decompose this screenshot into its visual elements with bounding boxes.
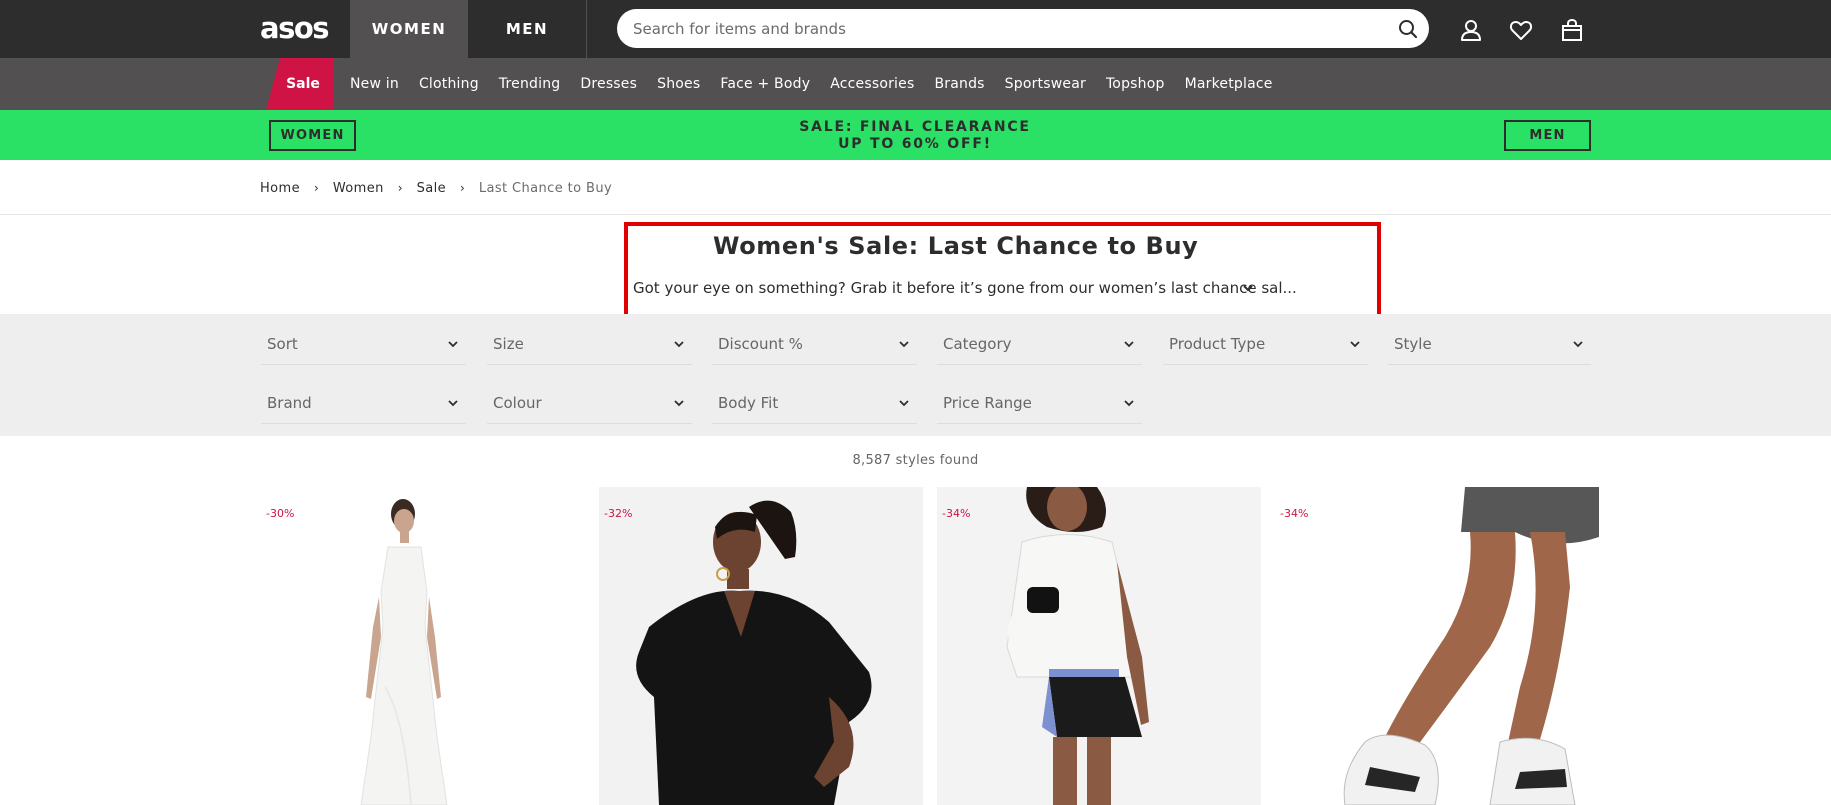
page-description: Got your eye on something? Grab it befor… bbox=[633, 279, 1297, 297]
filter-label: Category bbox=[943, 334, 1012, 353]
filter-price-range[interactable]: Price Range bbox=[937, 382, 1142, 424]
chevron-down-icon bbox=[899, 399, 909, 406]
chevron-down-icon bbox=[674, 340, 684, 347]
chevron-down-icon bbox=[448, 340, 458, 347]
nav-item-sportswear[interactable]: Sportswear bbox=[1005, 76, 1086, 92]
filter-body-fit[interactable]: Body Fit bbox=[712, 382, 917, 424]
chevron-down-icon bbox=[1573, 340, 1583, 347]
breadcrumb-sale[interactable]: Sale bbox=[417, 181, 446, 196]
filter-style[interactable]: Style bbox=[1388, 323, 1591, 365]
top-bar: asos WOMEN MEN bbox=[0, 0, 1831, 58]
nav-item-dresses[interactable]: Dresses bbox=[580, 76, 637, 92]
filter-colour[interactable]: Colour bbox=[487, 382, 692, 424]
filter-discount[interactable]: Discount % bbox=[712, 323, 917, 365]
filter-label: Colour bbox=[493, 393, 542, 412]
promo-men-button[interactable]: MEN bbox=[1504, 120, 1591, 151]
nav-item-topshop[interactable]: Topshop bbox=[1106, 76, 1165, 92]
filter-category[interactable]: Category bbox=[937, 323, 1142, 365]
nav-item-trending[interactable]: Trending bbox=[499, 76, 561, 92]
nav-item-sale[interactable]: Sale bbox=[266, 58, 334, 110]
chevron-down-icon bbox=[1124, 399, 1134, 406]
discount-badge: -32% bbox=[604, 507, 633, 520]
tab-men[interactable]: MEN bbox=[468, 0, 586, 58]
chevron-down-icon bbox=[1350, 340, 1360, 347]
filter-label: Sort bbox=[267, 334, 298, 353]
bag-icon[interactable] bbox=[1559, 17, 1585, 43]
chevron-down-icon bbox=[448, 399, 458, 406]
filter-label: Style bbox=[1394, 334, 1432, 353]
breadcrumb-current: Last Chance to Buy bbox=[478, 180, 613, 196]
chevron-down-icon[interactable] bbox=[1241, 281, 1255, 295]
promo-women-button[interactable]: WOMEN bbox=[269, 120, 356, 151]
results-count: 8,587 styles found bbox=[852, 453, 979, 468]
discount-badge: -30% bbox=[266, 507, 295, 520]
product-image[interactable] bbox=[599, 487, 923, 805]
promo-line-1: SALE: FINAL CLEARANCE bbox=[799, 119, 1031, 135]
asos-logo[interactable]: asos bbox=[260, 12, 330, 44]
category-nav: Sale New in Clothing Trending Dresses Sh… bbox=[0, 58, 1831, 110]
filter-label: Brand bbox=[267, 393, 312, 412]
promo-line-2: UP TO 60% OFF! bbox=[838, 136, 992, 152]
filter-product-type[interactable]: Product Type bbox=[1163, 323, 1368, 365]
filter-brand[interactable]: Brand bbox=[261, 382, 466, 424]
product-card[interactable]: -34% bbox=[1275, 487, 1599, 805]
product-image[interactable] bbox=[261, 487, 585, 805]
filter-bar: Sort Size Discount % Category Product Ty… bbox=[0, 314, 1831, 436]
discount-badge: -34% bbox=[942, 507, 971, 520]
account-icon[interactable] bbox=[1458, 17, 1484, 43]
breadcrumb: Home › Women › Sale › Last Chance to Buy bbox=[260, 180, 612, 196]
filter-size[interactable]: Size bbox=[487, 323, 692, 365]
product-card[interactable]: -32% bbox=[599, 487, 923, 805]
chevron-down-icon bbox=[899, 340, 909, 347]
tab-divider bbox=[586, 0, 587, 58]
breadcrumb-separator-icon: › bbox=[460, 181, 465, 195]
breadcrumb-home[interactable]: Home bbox=[260, 181, 300, 196]
nav-items: New in Clothing Trending Dresses Shoes F… bbox=[350, 58, 1273, 110]
filter-label: Product Type bbox=[1169, 334, 1266, 353]
search-input[interactable] bbox=[633, 9, 1373, 48]
promo-banner[interactable]: WOMEN SALE: FINAL CLEARANCE UP TO 60% OF… bbox=[0, 110, 1831, 160]
filter-label: Discount % bbox=[718, 334, 803, 353]
nav-item-brands[interactable]: Brands bbox=[934, 76, 984, 92]
chevron-down-icon bbox=[1124, 340, 1134, 347]
nav-item-marketplace[interactable]: Marketplace bbox=[1185, 76, 1273, 92]
filter-label: Size bbox=[493, 334, 524, 353]
search-icon[interactable] bbox=[1397, 18, 1419, 40]
breadcrumb-separator-icon: › bbox=[314, 181, 319, 195]
page-title: Women's Sale: Last Chance to Buy bbox=[713, 232, 1199, 260]
filter-label: Body Fit bbox=[718, 393, 779, 412]
chevron-down-icon bbox=[674, 399, 684, 406]
product-image[interactable] bbox=[937, 487, 1261, 805]
nav-item-shoes[interactable]: Shoes bbox=[657, 76, 700, 92]
filter-sort[interactable]: Sort bbox=[261, 323, 466, 365]
breadcrumb-women[interactable]: Women bbox=[333, 181, 384, 196]
promo-text: SALE: FINAL CLEARANCE UP TO 60% OFF! bbox=[700, 119, 1130, 153]
discount-badge: -34% bbox=[1280, 507, 1309, 520]
heart-icon[interactable] bbox=[1508, 17, 1534, 43]
nav-item-clothing[interactable]: Clothing bbox=[419, 76, 479, 92]
search-bar bbox=[617, 9, 1429, 48]
nav-item-face-body[interactable]: Face + Body bbox=[720, 76, 810, 92]
product-card[interactable]: -30% bbox=[261, 487, 585, 805]
product-image[interactable] bbox=[1275, 487, 1599, 805]
product-card[interactable]: -34% bbox=[937, 487, 1261, 805]
nav-item-new-in[interactable]: New in bbox=[350, 76, 399, 92]
header-divider bbox=[0, 214, 1831, 215]
tab-women[interactable]: WOMEN bbox=[350, 0, 468, 58]
breadcrumb-separator-icon: › bbox=[397, 181, 403, 195]
filter-label: Price Range bbox=[943, 393, 1032, 412]
nav-item-accessories[interactable]: Accessories bbox=[830, 76, 914, 92]
